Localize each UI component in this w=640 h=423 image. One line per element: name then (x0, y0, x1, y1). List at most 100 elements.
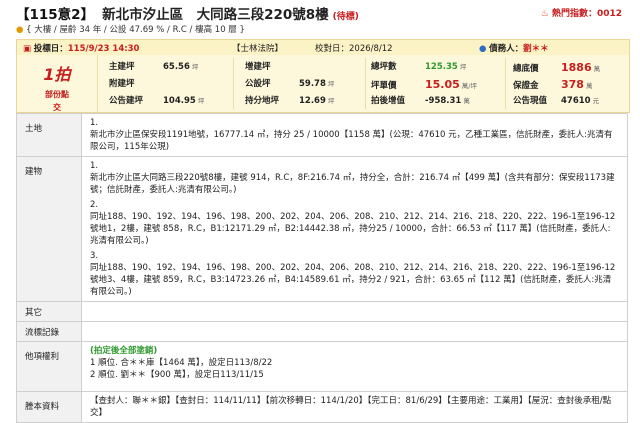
case-number: 【115意2】 (16, 7, 95, 23)
total-area-key: 總坪數 (371, 62, 397, 72)
rights-content: (拍定後全部塗銷) 1 順位. 合＊＊庫【1464 萬】，設定日113/8/22… (81, 341, 628, 392)
verify-date: 校對日：2026/8/12 (315, 44, 393, 54)
announced-value-unit: 元 (592, 97, 600, 105)
creditor: ● 債務人：劉＊＊ (479, 42, 549, 54)
header: 【115意2】 新北市汐止區 大同路三段220號8樓 (待標) ♨ 熱門指數：001… (0, 0, 640, 38)
total-area-value: 125.35 (425, 62, 458, 72)
unit-price-key: 坪單價 (371, 81, 397, 91)
row-label: 流標記錄 (16, 321, 82, 342)
property-subinfo: ● { 大樓 / 屋齡 34 年 / 公設 47.69 % / R.C / 樓高… (16, 23, 245, 35)
person-icon: ● (479, 44, 487, 54)
public-area-key: 公告建坪 (109, 96, 144, 106)
divider (505, 58, 506, 109)
public-area: 公告建坪 104.95 坪 (109, 94, 204, 109)
base-price-value: 1886 (561, 61, 592, 74)
land-area-key: 持分地坪 (245, 96, 280, 106)
list-item: 1. 新北市汐止區大同路三段220號8樓，建號 914，R.C，8F:216.74… (90, 160, 621, 196)
bid-date-label: 投標日： (33, 44, 68, 54)
table-row: 流標記錄 (16, 321, 628, 342)
add-area-key: 增建坪 (245, 62, 271, 72)
post-auction-gain-key: 拍後增值 (371, 96, 406, 106)
bid-date-value: 115/9/23 14:30 (67, 44, 140, 54)
main-area-key: 主建坪 (109, 62, 135, 72)
status-badge: (待標) (332, 12, 359, 22)
subinfo-text: { 大樓 / 屋齡 34 年 / 公設 47.69 % / R.C / 樓高 1… (26, 25, 245, 35)
list-item: 3. 同址188、190、192、194、196、198、200、202、204、… (90, 250, 621, 298)
item-number: 3. (90, 251, 99, 261)
creditor-label: 債務人： (489, 44, 524, 54)
item-text: 新北市汐止區保安段1191地號，16777.14 ㎡，持分 25 / 10000… (90, 130, 613, 152)
summary-box: 1拍 部份點交 主建坪 65.56 坪 附建坪 公告建坪 104.95 坪 增建坪 公設… (16, 55, 630, 113)
public-area-value: 104.95 (163, 96, 196, 106)
item-number: 1 (90, 358, 96, 368)
common-area-value: 59.78 (299, 79, 326, 89)
auction-round: 1拍 部份點交 (17, 55, 98, 112)
base-price: 總底價 1886 萬 (513, 60, 600, 75)
main-area-unit: 坪 (191, 63, 199, 71)
item-number: 2. (90, 200, 99, 210)
case-address: 新北市汐止區 大同路三段220號8樓 (102, 7, 329, 23)
hot-index-label: 熱門指數：0012 (551, 9, 622, 19)
round-label: 1拍 (43, 65, 71, 84)
row-label: 他項權利 (16, 341, 82, 392)
announced-value-key: 公告現值 (513, 96, 548, 106)
delivery-note-line2: 交 (53, 103, 61, 112)
other-content (81, 301, 628, 322)
hot-index: ♨ 熱門指數：0012 (541, 6, 622, 19)
row-label: 謄本資料 (16, 391, 82, 423)
building-content: 1. 新北市汐止區大同路三段220號8樓，建號 914，R.C，8F:216.74… (81, 156, 628, 302)
bullet-icon: ● (16, 25, 24, 35)
unit-price-value: 15.05 (425, 78, 460, 91)
table-row: 他項權利 (拍定後全部塗銷) 1 順位. 合＊＊庫【1464 萬】，設定日113… (16, 341, 628, 392)
info-bar: ▣ 投標日：115/9/23 14:30 【士林法院】 校對日：2026/8/1… (16, 39, 630, 56)
transcript-content: 【查封人：聯＊＊銀】【查封日：114/11/11】【前次移轉日：114/1/20… (81, 391, 628, 423)
transcript-text: 【查封人：聯＊＊銀】【查封日：114/11/11】【前次移轉日：114/1/20… (90, 396, 612, 418)
annex-area-key: 附建坪 (109, 79, 135, 89)
bid-date: ▣ 投標日：115/9/23 14:30 (23, 42, 139, 54)
item-text: 同址188、190、192、194、196、198、200、202、204、20… (90, 263, 616, 297)
common-area: 公設坪 59.78 坪 (245, 77, 334, 92)
item-number: 1. (90, 161, 99, 171)
base-price-key: 總底價 (513, 64, 539, 74)
rights-head: (拍定後全部塗銷) (90, 346, 158, 356)
case-title: 【115意2】 新北市汐止區 大同路三段220號8樓 (待標) (16, 3, 359, 23)
add-area: 增建坪 (245, 60, 299, 75)
list-item: 2. 同址188、190、192、194、196、198、200、202、204、… (90, 199, 621, 247)
announced-value-value: 47610 (561, 96, 591, 106)
public-area-unit: 坪 (197, 97, 205, 105)
base-price-unit: 萬 (593, 65, 601, 73)
deposit-unit: 萬 (585, 82, 593, 90)
land-content: 1. 新北市汐止區保安段1191地號，16777.14 ㎡，持分 25 / 100… (81, 113, 628, 157)
delivery-note-line1: 部份點 (45, 90, 69, 99)
deposit: 保證金 378 萬 (513, 77, 592, 92)
divider (365, 58, 366, 109)
unit-price: 坪單價 15.05 萬/坪 (371, 77, 477, 92)
announced-value: 公告現值 47610 元 (513, 94, 599, 109)
annex-area: 附建坪 (109, 77, 163, 92)
item-text: 順位. 劉＊＊【900 萬】，設定日113/11/15 (98, 370, 264, 380)
list-item: 1 順位. 合＊＊庫【1464 萬】，設定日113/8/22 (90, 357, 621, 369)
main-area-value: 65.56 (163, 62, 190, 72)
post-auction-gain: 拍後增值 -958.31 萬 (371, 94, 470, 109)
land-area-unit: 坪 (327, 97, 335, 105)
row-label: 土地 (16, 113, 82, 157)
divider (233, 58, 234, 109)
common-area-key: 公設坪 (245, 79, 271, 89)
deposit-value: 378 (561, 78, 584, 91)
delivery-note: 部份點交 (17, 88, 97, 114)
table-row: 其它 (16, 301, 628, 322)
item-text: 新北市汐止區大同路三段220號8樓，建號 914，R.C，8F:216.74 ㎡… (90, 173, 615, 195)
item-text: 順位. 合＊＊庫【1464 萬】，設定日113/8/22 (98, 358, 273, 368)
pin-icon: ▣ (23, 44, 32, 54)
list-item: 2 順位. 劉＊＊【900 萬】，設定日113/11/15 (90, 369, 621, 381)
item-number: 2 (90, 370, 96, 380)
table-row: 土地 1. 新北市汐止區保安段1191地號，16777.14 ㎡，持分 25 / … (16, 113, 628, 157)
creditor-value: 劉＊＊ (523, 44, 549, 54)
row-label: 建物 (16, 156, 82, 302)
fire-icon: ♨ (540, 9, 549, 19)
item-number: 1. (90, 118, 99, 128)
land-area-value: 12.69 (299, 96, 326, 106)
deposit-key: 保證金 (513, 81, 539, 91)
total-area: 總坪數 125.35 坪 (371, 60, 466, 75)
row-label: 其它 (16, 301, 82, 322)
